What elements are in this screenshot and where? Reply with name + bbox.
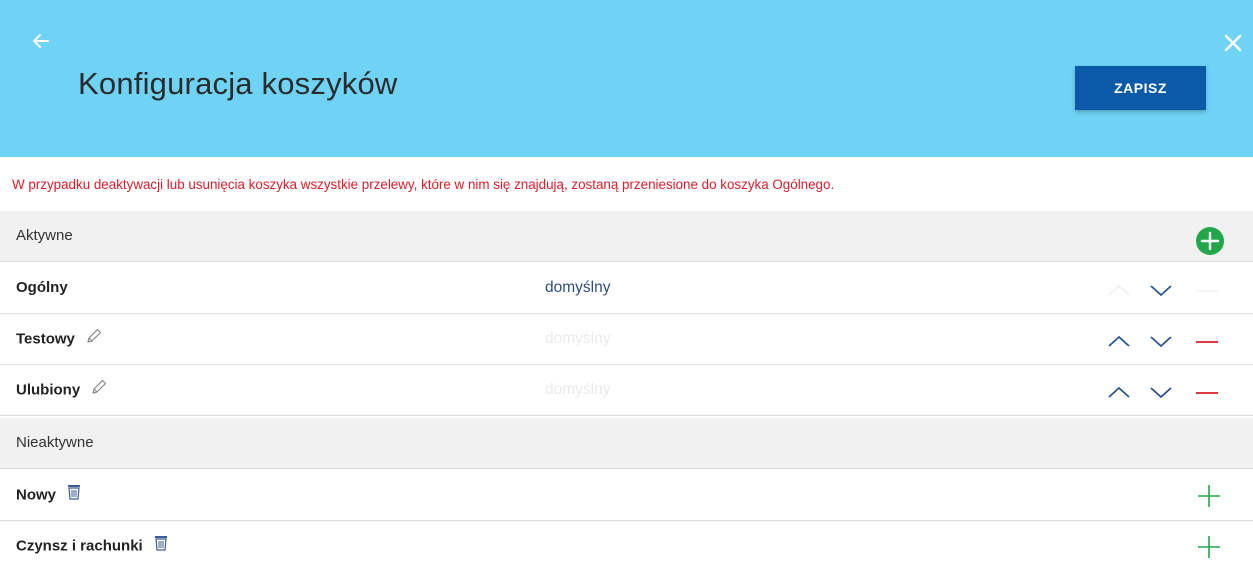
back-icon[interactable] bbox=[30, 30, 52, 52]
warning-message: W przypadku deaktywacji lub usunięcia ko… bbox=[12, 177, 835, 192]
section-active-label: Aktywne bbox=[16, 227, 73, 244]
close-icon[interactable] bbox=[1222, 32, 1244, 54]
minus-icon bbox=[1194, 280, 1220, 300]
pencil-icon[interactable] bbox=[85, 327, 103, 349]
section-active-header: Aktywne bbox=[0, 211, 1253, 262]
basket-name: Ogólny bbox=[16, 279, 68, 296]
chevron-up-icon bbox=[1106, 280, 1132, 300]
default-toggle[interactable]: domyślny bbox=[545, 381, 610, 399]
minus-icon[interactable] bbox=[1194, 331, 1220, 351]
basket-name: Testowy bbox=[16, 330, 75, 348]
basket-name-wrap: Testowy bbox=[16, 327, 103, 349]
add-basket-icon[interactable] bbox=[1195, 226, 1225, 256]
save-button[interactable]: ZAPISZ bbox=[1075, 66, 1206, 110]
basket-name-wrap: Nowy bbox=[16, 483, 82, 505]
basket-name-wrap: Czynsz i rachunki bbox=[16, 534, 169, 556]
chevron-down-icon[interactable] bbox=[1148, 331, 1174, 351]
default-toggle[interactable]: domyślny bbox=[545, 330, 610, 348]
trash-icon[interactable] bbox=[153, 534, 169, 556]
basket-name: Czynsz i rachunki bbox=[16, 537, 143, 555]
chevron-up-icon[interactable] bbox=[1106, 331, 1132, 351]
chevron-down-icon[interactable] bbox=[1148, 280, 1174, 300]
dialog-header: Konfiguracja koszyków ZAPISZ bbox=[0, 0, 1253, 157]
basket-name: Nowy bbox=[16, 486, 57, 504]
plus-icon[interactable] bbox=[1196, 483, 1222, 509]
minus-icon[interactable] bbox=[1194, 382, 1220, 402]
chevron-down-icon[interactable] bbox=[1148, 382, 1174, 402]
section-inactive-header: Nieaktywne bbox=[0, 418, 1253, 469]
trash-icon[interactable] bbox=[66, 483, 82, 505]
list-item: Ogólny domyślny bbox=[0, 263, 1253, 314]
section-inactive-label: Nieaktywne bbox=[16, 434, 94, 451]
page-title: Konfiguracja koszyków bbox=[78, 66, 398, 101]
plus-icon[interactable] bbox=[1196, 534, 1222, 560]
list-item: Nowy bbox=[0, 470, 1253, 521]
default-toggle[interactable]: domyślny bbox=[545, 279, 610, 297]
list-item: Ulubiony domyślny bbox=[0, 365, 1253, 416]
list-item: Testowy domyślny bbox=[0, 314, 1253, 365]
basket-name: Ulubiony bbox=[16, 381, 81, 399]
list-item: Czynsz i rachunki bbox=[0, 521, 1253, 570]
chevron-up-icon[interactable] bbox=[1106, 382, 1132, 402]
basket-name-wrap: Ulubiony bbox=[16, 378, 108, 400]
pencil-icon[interactable] bbox=[90, 378, 108, 400]
